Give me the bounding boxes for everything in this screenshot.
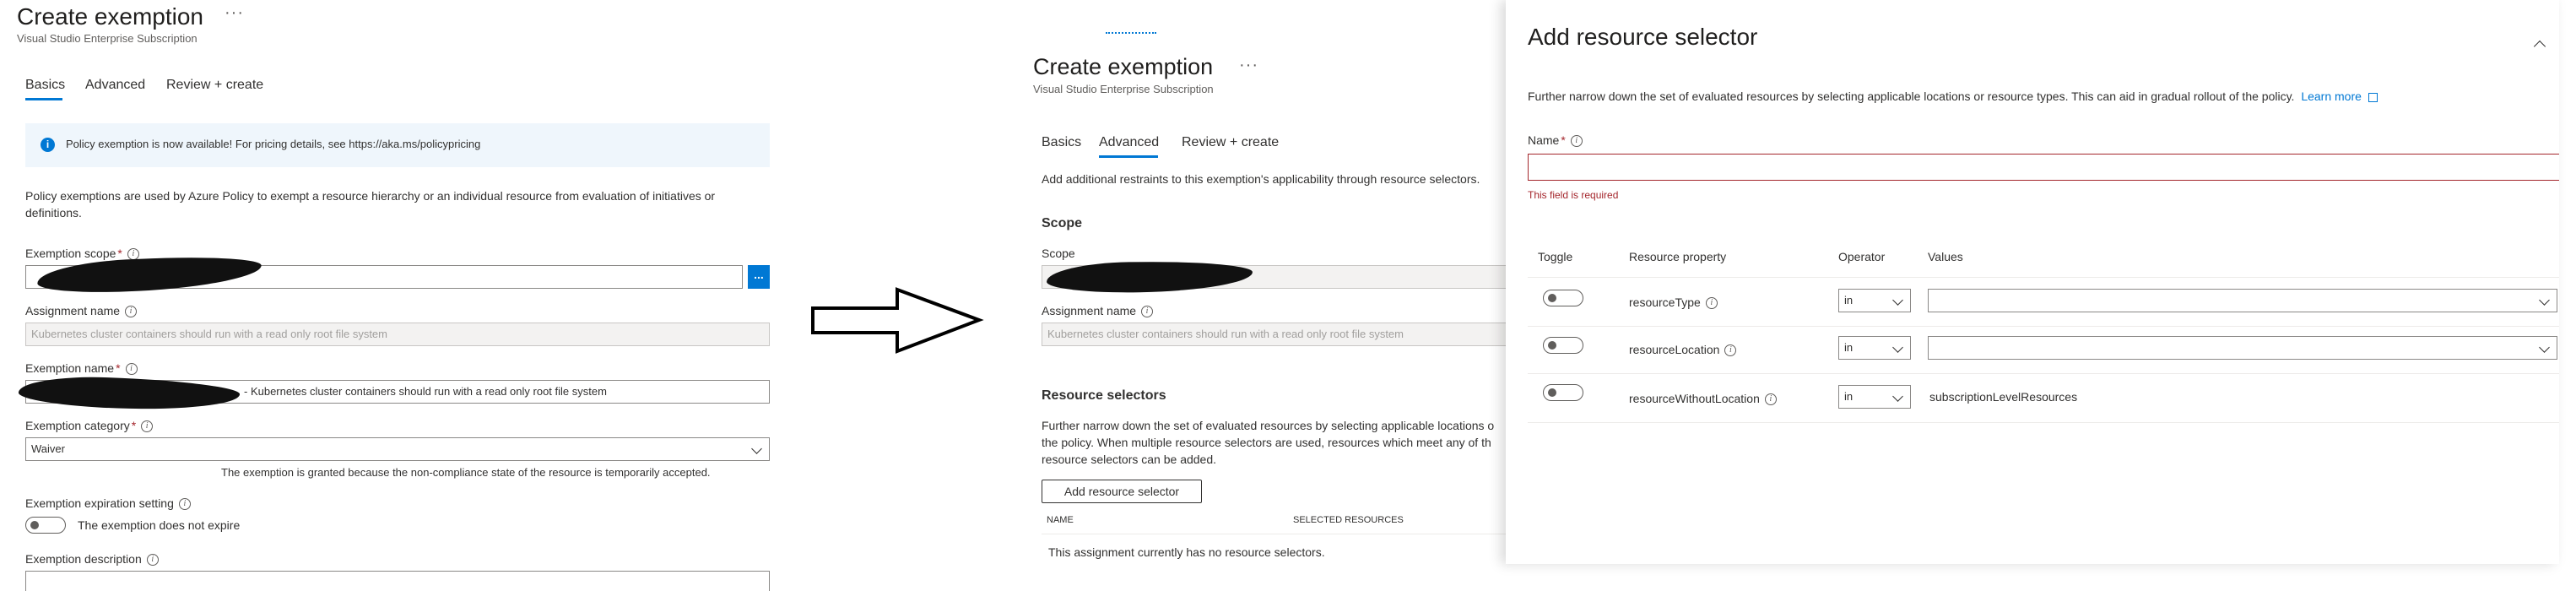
header-toggle: Toggle: [1538, 250, 1573, 263]
chevron-down-icon: [751, 443, 762, 454]
chevron-down-icon: [2539, 295, 2550, 306]
breadcrumb-fragment: [1106, 29, 1173, 37]
info-icon: i: [125, 306, 138, 318]
empty-table-message: This assignment currently has no resourc…: [1048, 545, 1325, 559]
arrow-right-icon: [811, 287, 984, 354]
panel-title: Add resource selector: [1528, 24, 1758, 50]
row-divider: [1528, 373, 2559, 374]
description-label: Exemption description i: [25, 552, 159, 567]
toggle-knob: [1548, 341, 1556, 350]
chevron-down-icon: [1892, 295, 1903, 306]
row-property: resourceWithoutLocation i: [1629, 392, 1777, 406]
scope-heading: Scope: [1042, 216, 1083, 230]
row-property: resourceLocation i: [1629, 343, 1737, 357]
info-icon: i: [146, 554, 159, 567]
more-icon[interactable]: ···: [1239, 56, 1258, 75]
external-link-icon: [2368, 92, 2378, 102]
chevron-down-icon: [1892, 342, 1903, 353]
info-icon: i: [1705, 297, 1718, 310]
page-title: Create exemption: [1033, 54, 1214, 79]
exemption-category-dropdown[interactable]: Waiver: [25, 437, 770, 461]
category-help-text: The exemption is granted because the non…: [221, 466, 711, 479]
chevron-up-icon[interactable]: [2533, 40, 2546, 53]
info-icon: i: [1764, 393, 1777, 406]
tab-review-create[interactable]: Review + create: [1182, 135, 1279, 150]
assignment-name-field: Kubernetes cluster containers should run…: [25, 323, 770, 346]
column-header-selected-resources: SELECTED RESOURCES: [1293, 515, 1404, 525]
info-icon: i: [178, 498, 191, 511]
more-icon[interactable]: ···: [225, 3, 244, 23]
row-divider: [1528, 326, 2559, 327]
operator-dropdown[interactable]: in: [1838, 385, 1911, 409]
assignment-name-label: Assignment name i: [1042, 304, 1154, 318]
exemption-category-label: Exemption category * i: [25, 419, 154, 433]
name-label: Name * i: [1528, 133, 1583, 148]
tab-review-create[interactable]: Review + create: [166, 78, 263, 93]
page-subtitle: Visual Studio Enterprise Subscription: [1033, 83, 1214, 95]
values-static: subscriptionLevelResources: [1929, 390, 2078, 404]
panel-description: Further narrow down the set of evaluated…: [1528, 89, 2378, 103]
header-divider: [1528, 277, 2559, 278]
tab-basics[interactable]: Basics: [25, 78, 65, 93]
row-toggle[interactable]: [1543, 337, 1583, 354]
add-resource-selector-button[interactable]: Add resource selector: [1042, 480, 1202, 503]
info-icon: i: [41, 138, 55, 152]
learn-more-link[interactable]: Learn more: [2301, 89, 2362, 103]
tab-advanced[interactable]: Advanced: [85, 78, 145, 93]
policy-description: Policy exemptions are used by Azure Poli…: [25, 189, 716, 220]
chevron-down-icon: [1892, 391, 1903, 402]
chevron-down-icon: [2539, 342, 2550, 353]
expiration-toggle-text: The exemption does not expire: [78, 518, 241, 532]
table-row: resourceLocation i in: [1528, 329, 2559, 371]
name-error-message: This field is required: [1528, 189, 1619, 201]
description-textarea[interactable]: [25, 571, 770, 591]
advanced-intro: Add additional restraints to this exempt…: [1042, 172, 1480, 186]
column-header-name: NAME: [1047, 515, 1074, 525]
tab-advanced[interactable]: Advanced: [1099, 135, 1159, 150]
scope-label: Scope: [1042, 247, 1075, 260]
left-screen: Create exemption ··· Visual Studio Enter…: [0, 0, 793, 591]
exemption-name-label: Exemption name * i: [25, 361, 138, 376]
tab-active-underline: [25, 98, 62, 100]
page-subtitle: Visual Studio Enterprise Subscription: [17, 32, 198, 45]
info-icon: i: [125, 363, 138, 376]
table-row: resourceType i in: [1528, 282, 2559, 324]
row-property: resourceType i: [1629, 296, 1718, 310]
row-toggle[interactable]: [1543, 290, 1583, 306]
info-icon: i: [141, 420, 154, 433]
page-title: Create exemption: [17, 3, 204, 30]
operator-dropdown[interactable]: in: [1838, 289, 1911, 312]
info-banner: i Policy exemption is now available! For…: [25, 123, 770, 167]
expiration-toggle[interactable]: [25, 517, 66, 534]
header-values: Values: [1928, 250, 1963, 263]
values-dropdown[interactable]: [1928, 336, 2557, 360]
exemption-scope-label: Exemption scope * i: [25, 247, 139, 261]
info-icon: i: [1570, 135, 1583, 148]
tab-active-underline: [1099, 155, 1158, 158]
assignment-name-field: Kubernetes cluster containers should run…: [1042, 323, 1511, 346]
toggle-knob: [1548, 294, 1556, 302]
values-dropdown[interactable]: [1928, 289, 2557, 312]
info-icon: i: [1724, 344, 1737, 357]
assignment-name-label: Assignment name i: [25, 304, 138, 318]
table-row: resourceWithoutLocation i in subscription…: [1528, 377, 2559, 419]
row-divider: [1528, 422, 2559, 423]
resource-selectors-heading: Resource selectors: [1042, 388, 1166, 403]
info-banner-text: Policy exemption is now available! For p…: [66, 138, 481, 150]
add-resource-selector-panel: Add resource selector Further narrow dow…: [1506, 0, 2559, 564]
scope-browse-button[interactable]: ...: [748, 265, 770, 289]
row-toggle[interactable]: [1543, 384, 1583, 401]
resource-selectors-description: Further narrow down the set of evaluated…: [1042, 419, 1495, 466]
info-icon: i: [1141, 306, 1154, 318]
header-resource-property: Resource property: [1629, 250, 1727, 263]
tab-basics[interactable]: Basics: [1042, 135, 1081, 150]
name-input[interactable]: [1528, 154, 2559, 181]
toggle-knob: [1548, 388, 1556, 397]
operator-dropdown[interactable]: in: [1838, 336, 1911, 360]
toggle-knob: [30, 521, 39, 529]
header-operator: Operator: [1838, 250, 1886, 263]
expiration-label: Exemption expiration setting i: [25, 496, 191, 511]
